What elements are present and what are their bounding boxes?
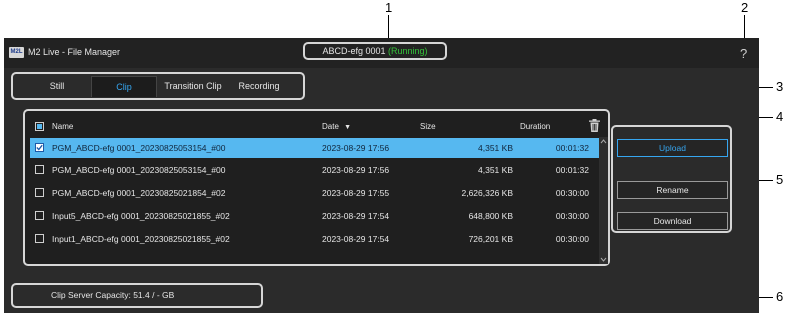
file-duration: 00:30:00 xyxy=(555,188,589,198)
callout-2: 2 xyxy=(741,0,749,15)
file-size: 726,201 KB xyxy=(468,234,513,244)
callout-5: 5 xyxy=(776,172,784,187)
row-checkbox[interactable] xyxy=(35,165,44,174)
select-all-partial-mark xyxy=(37,124,42,129)
file-date: 2023-08-29 17:55 xyxy=(322,188,390,198)
row-checkbox[interactable] xyxy=(35,143,44,152)
tab-clip[interactable]: Clip xyxy=(91,76,157,97)
table-row[interactable]: PGM_ABCD-efg 0001_20230825021854_#02 202… xyxy=(30,183,603,203)
scroll-down-icon[interactable] xyxy=(599,256,608,263)
select-all-checkbox[interactable] xyxy=(35,122,44,131)
file-duration: 00:30:00 xyxy=(555,211,589,221)
file-size: 4,351 KB xyxy=(478,165,513,175)
app-title: M2 Live - File Manager xyxy=(28,47,121,57)
scroll-up-icon[interactable] xyxy=(599,138,608,145)
download-button[interactable]: Download xyxy=(617,212,728,230)
rename-button[interactable]: Rename xyxy=(617,181,728,199)
row-checkbox[interactable] xyxy=(35,234,44,243)
table-row[interactable]: PGM_ABCD-efg 0001_20230825053154_#00 202… xyxy=(30,138,603,158)
file-name: Input1_ABCD-efg 0001_20230825021855_#02 xyxy=(52,234,230,244)
file-type-tabs: Still Clip Transition Clip Recording xyxy=(11,72,305,100)
callout-6: 6 xyxy=(776,289,784,304)
file-name: PGM_ABCD-efg 0001_20230825053154_#00 xyxy=(52,165,226,175)
file-date: 2023-08-29 17:56 xyxy=(322,143,390,153)
tab-still[interactable]: Still xyxy=(37,76,77,96)
server-name: ABCD-efg 0001 xyxy=(322,46,386,56)
tab-recording[interactable]: Recording xyxy=(233,76,285,96)
table-row[interactable]: PGM_ABCD-efg 0001_20230825053154_#00 202… xyxy=(30,160,603,180)
app-logo: M2L xyxy=(9,47,24,58)
trash-icon[interactable] xyxy=(589,119,600,132)
file-size: 2,626,326 KB xyxy=(461,188,513,198)
file-size: 648,800 KB xyxy=(468,211,513,221)
row-checkbox[interactable] xyxy=(35,188,44,197)
action-button-panel: Upload Rename Download xyxy=(611,125,732,233)
file-duration: 00:01:32 xyxy=(555,143,589,153)
date-header-label: Date xyxy=(322,122,339,131)
column-header-date[interactable]: Date ▼ xyxy=(322,122,351,131)
file-name: PGM_ABCD-efg 0001_20230825021854_#02 xyxy=(52,188,226,198)
title-bar: M2L M2 Live - File Manager ABCD-efg 0001… xyxy=(4,38,759,68)
file-duration: 00:30:00 xyxy=(555,234,589,244)
file-date: 2023-08-29 17:54 xyxy=(322,234,390,244)
checkmark-icon xyxy=(36,144,43,151)
row-checkbox[interactable] xyxy=(35,211,44,220)
callout-1: 1 xyxy=(385,0,393,15)
file-name: PGM_ABCD-efg 0001_20230825053154_#00 xyxy=(52,143,226,153)
server-name-display: ABCD-efg 0001 (Running) xyxy=(303,42,447,60)
file-name: Input5_ABCD-efg 0001_20230825021855_#02 xyxy=(52,211,230,221)
sort-down-icon: ▼ xyxy=(344,124,352,131)
clip-server-capacity: Clip Server Capacity: 51.4 / - GB xyxy=(11,283,263,308)
upload-button[interactable]: Upload xyxy=(617,139,728,157)
file-list-panel: Name Date ▼ Size Duration PGM_ABCD-efg 0… xyxy=(23,109,610,266)
table-row[interactable]: Input5_ABCD-efg 0001_20230825021855_#02 … xyxy=(30,206,603,226)
file-size: 4,351 KB xyxy=(478,143,513,153)
file-duration: 00:01:32 xyxy=(555,165,589,175)
list-scrollbar[interactable] xyxy=(599,137,608,264)
file-date: 2023-08-29 17:54 xyxy=(322,211,390,221)
tab-transition-clip[interactable]: Transition Clip xyxy=(159,76,227,96)
column-header-size[interactable]: Size xyxy=(420,122,436,131)
column-header-name[interactable]: Name xyxy=(52,122,73,131)
server-status: (Running) xyxy=(388,46,428,56)
column-header-duration[interactable]: Duration xyxy=(520,122,550,131)
file-manager-window: M2L M2 Live - File Manager ABCD-efg 0001… xyxy=(4,38,759,313)
callout-3: 3 xyxy=(776,79,784,94)
callout-4: 4 xyxy=(776,109,784,124)
file-date: 2023-08-29 17:56 xyxy=(322,165,390,175)
help-icon[interactable]: ? xyxy=(740,46,747,61)
table-row[interactable]: Input1_ABCD-efg 0001_20230825021855_#02 … xyxy=(30,229,603,249)
